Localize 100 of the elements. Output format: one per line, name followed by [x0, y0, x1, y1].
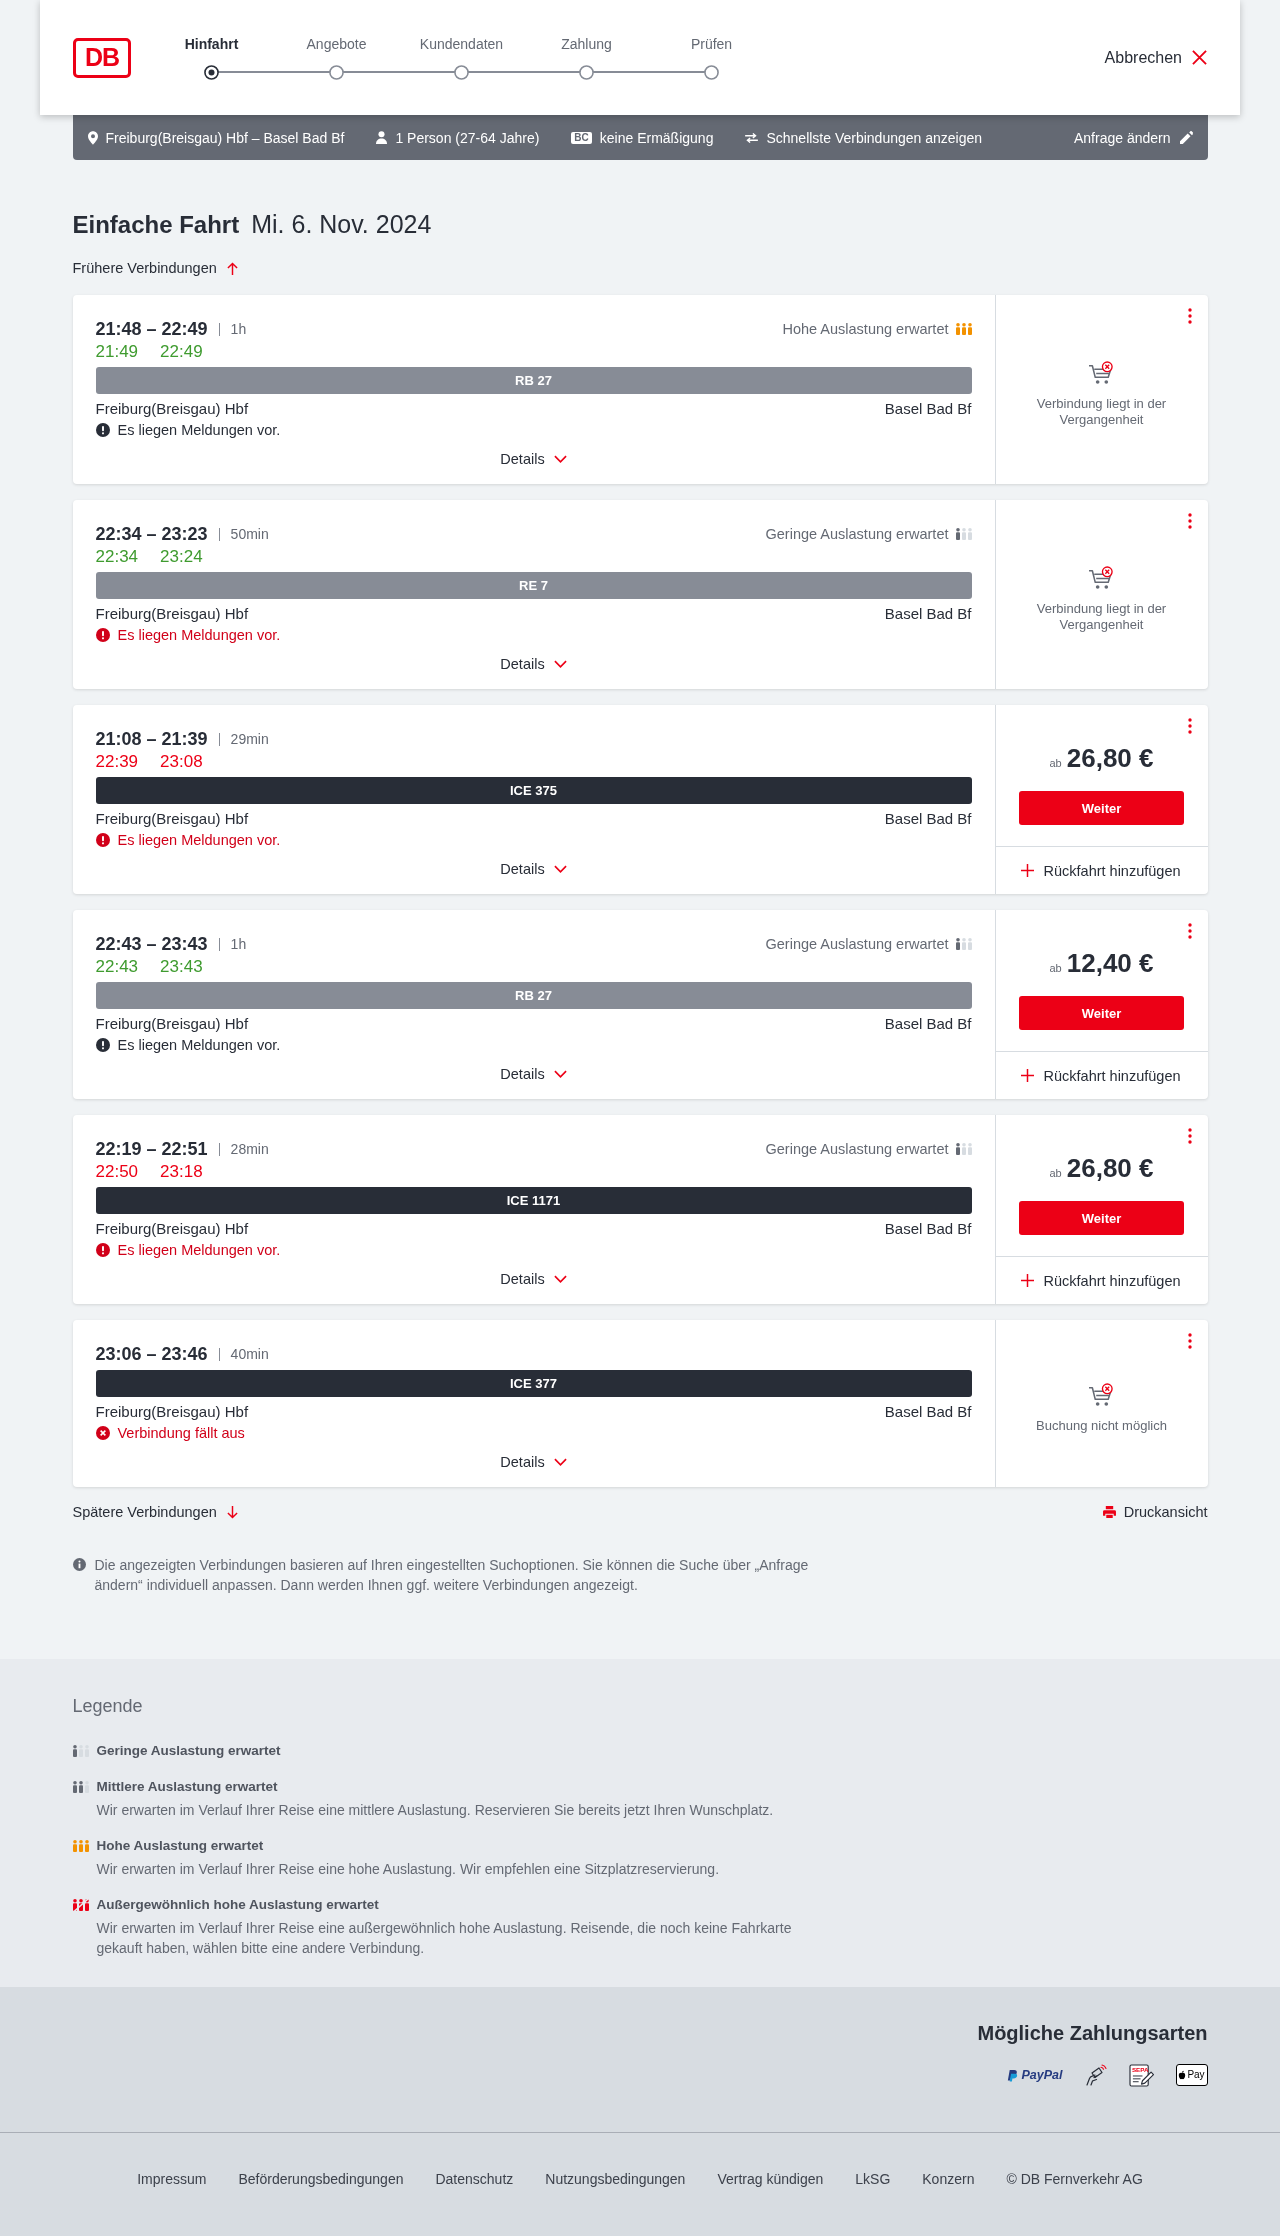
train-line-bar[interactable]: ICE 377 [95, 1370, 972, 1397]
details-toggle[interactable]: Details [500, 1064, 567, 1084]
step-tab[interactable]: Zahlung [524, 35, 649, 80]
legend-item-title: Geringe Auslastung erwartet [96, 1742, 281, 1760]
plus-icon [1020, 1274, 1034, 1287]
realtime-departure: 22:39 [95, 751, 139, 773]
legend-item-text: Wir erwarten im Verlauf Ihrer Reise eine außergewöhnlich hohe Auslastung. Reisende, die noch keine Fahrkarte gekauft haben, wählen bitte eine andere Verbindung. [96, 1919, 793, 1958]
person-icon [376, 131, 388, 144]
exclamation-circle-icon [95, 833, 110, 847]
details-toggle[interactable]: Details [500, 1269, 567, 1289]
train-line-bar[interactable]: ICE 1171 [95, 1187, 972, 1214]
occupancy-icon [955, 1143, 972, 1155]
train-line-bar[interactable]: ICE 375 [95, 777, 972, 804]
occupancy-icon [72, 1745, 89, 1757]
step-tab[interactable]: Hinfahrt [149, 35, 274, 80]
trip-duration: 28min [230, 1140, 269, 1159]
booking-unavailable-text: Buchung nicht möglich [1036, 1417, 1167, 1434]
realtime-arrival: 23:24 [160, 546, 203, 568]
earlier-connections-link[interactable]: Frühere Verbindungen [72, 258, 238, 278]
add-return-button[interactable]: Rückfahrt hinzufügen [995, 846, 1208, 894]
step-tab[interactable]: Angebote [274, 35, 399, 80]
price-prefix: ab [1049, 961, 1062, 976]
info-icon [72, 1558, 86, 1571]
exclamation-circle-icon [95, 628, 110, 642]
arrow-down-icon [226, 1505, 238, 1519]
price: 26,80 € [1066, 743, 1154, 773]
paypal-wordmark: PayPal [1021, 2067, 1063, 2083]
info-text: Die angezeigten Verbindungen basieren auf Ihren eingestellten Suchoptionen. Sie können die Suche über „Anfrage ändern“ individuell anpassen. Dann werden Ihnen ggf. weitere Verbindungen angezeigt. [94, 1556, 810, 1595]
query-summary-text: Schnellste Verbindungen anzeigen [766, 128, 983, 147]
cart-cross-icon [1088, 360, 1115, 386]
add-return-button[interactable]: Rückfahrt hinzufügen [995, 1256, 1208, 1304]
query-summary-bar[interactable]: Freiburg(Breisgau) Hbf – Basel Bad Bf 1 Person (27-64 Jahre) BC keine Ermäßigung Schnellste Verbindungen anzeigen Anfrage ändern [72, 115, 1208, 160]
continue-button[interactable]: Weiter [1019, 996, 1184, 1030]
more-options-icon[interactable] [1187, 308, 1192, 324]
arrival-station: Basel Bad Bf [884, 809, 972, 829]
continue-button[interactable]: Weiter [1019, 1201, 1184, 1235]
more-options-icon[interactable] [1187, 923, 1192, 939]
paypal-mark-icon [1007, 2068, 1019, 2082]
price-prefix: ab [1049, 756, 1062, 771]
more-options-icon[interactable] [1187, 718, 1192, 734]
trip-duration: 40min [230, 1345, 269, 1364]
edit-query-button[interactable]: Anfrage ändern [1073, 128, 1193, 147]
chevron-down-icon [553, 1275, 567, 1283]
scheduled-times: 22:19 – 22:51 [95, 1138, 208, 1161]
more-options-icon[interactable] [1187, 513, 1192, 529]
realtime-departure: 22:34 [95, 546, 139, 568]
add-return-button[interactable]: Rückfahrt hinzufügen [995, 1051, 1208, 1099]
realtime-arrival: 23:08 [160, 751, 203, 773]
footer-link[interactable]: Nutzungsbedingungen [545, 2169, 686, 2189]
legend-item-title: Hohe Auslastung erwartet [96, 1837, 265, 1855]
step-marker-icon [329, 64, 344, 80]
travel-date: Mi. 6. Nov. 2024 [251, 209, 432, 239]
occupancy-icon [955, 323, 972, 335]
occupancy-icon [72, 1781, 89, 1793]
pencil-icon [1179, 131, 1193, 144]
details-toggle[interactable]: Details [500, 654, 567, 674]
cross-circle-icon [95, 1426, 110, 1440]
legend-item-text: Wir erwarten im Verlauf Ihrer Reise eine hohe Auslastung. Wir empfehlen eine Sitzplatzreservierung. [96, 1860, 719, 1879]
occupancy-label: Geringe Auslastung erwartet [765, 935, 949, 954]
footer-link[interactable]: Vertrag kündigen [717, 2169, 824, 2189]
location-pin-icon [87, 130, 98, 145]
trip-duration: 29min [230, 730, 269, 749]
footer-link[interactable]: LkSG [855, 2169, 891, 2189]
step-tab[interactable]: Kundendaten [399, 35, 524, 80]
realtime-departure: 22:43 [95, 956, 139, 978]
details-toggle[interactable]: Details [500, 1452, 567, 1472]
occupancy-icon [955, 938, 972, 950]
more-options-icon[interactable] [1187, 1333, 1192, 1349]
notice-text: Es liegen Meldungen vor. [117, 1241, 281, 1260]
footer-link[interactable]: Datenschutz [435, 2169, 514, 2189]
trip-duration: 1h [230, 320, 247, 339]
scheduled-times: 22:43 – 23:43 [95, 933, 208, 956]
plus-icon [1020, 1069, 1034, 1082]
details-toggle[interactable]: Details [500, 859, 567, 879]
chevron-down-icon [553, 1070, 567, 1078]
notice-text: Es liegen Meldungen vor. [117, 831, 281, 850]
realtime-arrival: 23:18 [160, 1161, 203, 1183]
step-tab[interactable]: Prüfen [649, 35, 774, 80]
footer-link[interactable]: Impressum [137, 2169, 207, 2189]
notice-text: Es liegen Meldungen vor. [117, 626, 281, 645]
occupancy-icon [955, 528, 972, 540]
db-logo[interactable]: DB [73, 37, 131, 78]
footer-link[interactable]: Beförderungsbedingungen [238, 2169, 404, 2189]
departure-station: Freiburg(Breisgau) Hbf [95, 604, 249, 624]
more-options-icon[interactable] [1187, 1128, 1192, 1144]
details-toggle[interactable]: Details [500, 449, 567, 469]
cancel-button[interactable]: Abbrechen [1104, 47, 1207, 68]
query-summary-text: keine Ermäßigung [599, 128, 714, 147]
notice-text: Verbindung fällt aus [117, 1424, 245, 1443]
legend-item-text: Wir erwarten im Verlauf Ihrer Reise eine mittlere Auslastung. Reservieren Sie bereits jetzt Ihren Wunschplatz. [96, 1801, 774, 1820]
query-summary-text: 1 Person (27-64 Jahre) [395, 128, 540, 147]
footer-link[interactable]: Konzern [922, 2169, 975, 2189]
exclamation-circle-icon [95, 1038, 110, 1052]
continue-button[interactable]: Weiter [1019, 791, 1184, 825]
arrival-station: Basel Bad Bf [884, 604, 972, 624]
later-connections-link[interactable]: Spätere Verbindungen [72, 1502, 238, 1522]
notice-text: Es liegen Meldungen vor. [117, 1036, 281, 1055]
print-view-link[interactable]: Druckansicht [1102, 1502, 1208, 1522]
chevron-down-icon [553, 865, 567, 873]
plus-icon [1020, 864, 1034, 877]
